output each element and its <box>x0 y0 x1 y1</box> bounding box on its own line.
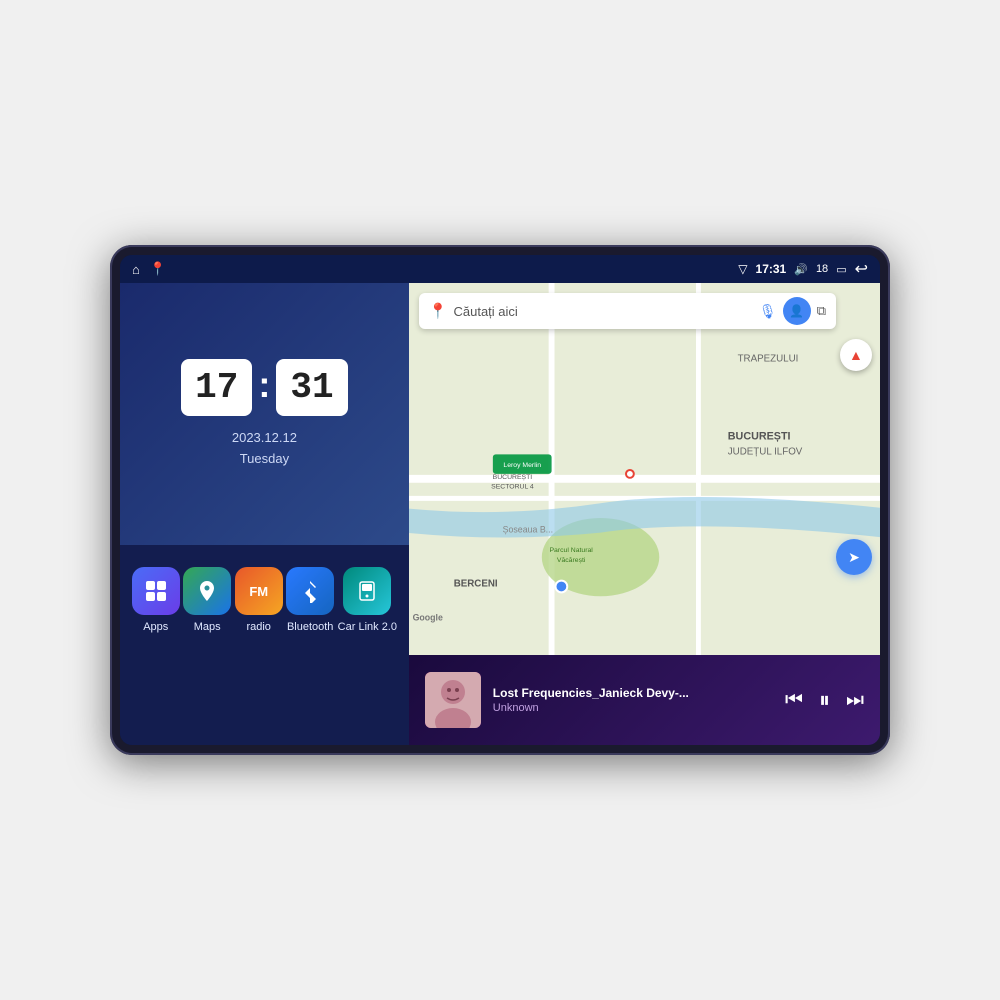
app-item-apps[interactable]: Apps <box>132 567 180 633</box>
compass-button[interactable]: ▲ <box>840 339 872 371</box>
svg-text:TRAPEZULUI: TRAPEZULUI <box>737 353 798 364</box>
radio-icon: FM <box>235 567 283 615</box>
map-search-text: Căutați aici <box>453 304 752 319</box>
maps-status-icon[interactable]: 📍 <box>150 261 166 277</box>
bottom-row: Lost Frequencies_Janieck Devy-... Unknow… <box>120 655 880 745</box>
avatar-button[interactable]: 👤 <box>783 297 811 325</box>
svg-text:Șoseaua B...: Șoseaua B... <box>502 525 552 535</box>
volume-icon: 🔊 <box>794 263 808 276</box>
svg-text:Google: Google <box>412 613 442 623</box>
layers-icon[interactable]: ⧉ <box>817 303 826 319</box>
navigate-button[interactable]: ➤ <box>836 539 872 575</box>
battery-icon: ▭ <box>836 263 846 276</box>
clock-day-value: Tuesday <box>232 449 297 470</box>
svg-text:Leroy Merlin: Leroy Merlin <box>503 462 541 469</box>
carlink-label: Car Link 2.0 <box>338 621 397 633</box>
music-title: Lost Frequencies_Janieck Devy-... <box>493 686 773 700</box>
app-item-carlink[interactable]: Car Link 2.0 <box>338 567 397 633</box>
right-panel: BUCUREȘTI JUDEȚUL ILFOV TRAPEZULUI BERCE… <box>409 283 880 655</box>
music-controls: ⏮ ⏸ ⏭ <box>785 687 864 713</box>
status-left-icons: ⌂ 📍 <box>132 261 166 277</box>
volume-level: 18 <box>816 263 828 275</box>
avatar-icon: 👤 <box>789 304 804 318</box>
clock-hours: 17 <box>195 367 238 408</box>
svg-text:Văcărești: Văcărești <box>557 557 586 564</box>
app-item-radio[interactable]: FM radio <box>235 567 283 633</box>
music-player: Lost Frequencies_Janieck Devy-... Unknow… <box>409 655 880 745</box>
album-art <box>425 672 481 728</box>
play-pause-button[interactable]: ⏸ <box>819 687 830 713</box>
signal-icon: ▽ <box>738 262 747 276</box>
map-search-bar[interactable]: 📍 Căutați aici 🎙 👤 ⧉ <box>419 293 836 329</box>
clock-minutes: 31 <box>290 367 333 408</box>
apps-label: Apps <box>143 621 168 633</box>
next-button[interactable]: ⏭ <box>846 689 864 712</box>
clock-date: 2023.12.12 Tuesday <box>232 428 297 470</box>
status-right-icons: ▽ 17:31 🔊 18 ▭ ↩ <box>738 259 868 279</box>
maps-icon <box>183 567 231 615</box>
music-artist: Unknown <box>493 702 773 714</box>
apps-row: Apps Maps FM <box>120 545 409 655</box>
svg-text:Parcul Natural: Parcul Natural <box>549 547 593 554</box>
back-button[interactable]: ↩ <box>855 259 868 279</box>
device: ⌂ 📍 ▽ 17:31 🔊 18 ▭ ↩ <box>110 245 890 755</box>
radio-label: radio <box>246 621 270 633</box>
map-area: BUCUREȘTI JUDEȚUL ILFOV TRAPEZULUI BERCE… <box>409 283 880 655</box>
clock-colon: : <box>258 364 270 406</box>
clock-date-value: 2023.12.12 <box>232 428 297 449</box>
maps-label: Maps <box>194 621 221 633</box>
svg-text:BUCUREȘTI: BUCUREȘTI <box>728 431 791 443</box>
map-search-right: 🎙 👤 ⧉ <box>759 297 826 325</box>
music-info: Lost Frequencies_Janieck Devy-... Unknow… <box>493 686 773 714</box>
time-display: 17:31 <box>756 262 787 276</box>
screen: ⌂ 📍 ▽ 17:31 🔊 18 ▭ ↩ <box>120 255 880 745</box>
map-background: BUCUREȘTI JUDEȚUL ILFOV TRAPEZULUI BERCE… <box>409 283 880 655</box>
app-item-maps[interactable]: Maps <box>183 567 231 633</box>
carlink-icon <box>343 567 391 615</box>
bluetooth-label: Bluetooth <box>287 621 333 633</box>
navigate-icon: ➤ <box>848 549 860 566</box>
svg-text:SECTORUL 4: SECTORUL 4 <box>491 484 534 491</box>
mic-icon[interactable]: 🎙 <box>759 303 777 320</box>
home-icon[interactable]: ⌂ <box>132 262 140 277</box>
compass-icon: ▲ <box>849 347 863 363</box>
bluetooth-icon <box>286 567 334 615</box>
apps-icon <box>132 567 180 615</box>
app-item-bluetooth[interactable]: Bluetooth <box>286 567 334 633</box>
clock-minutes-block: 31 <box>276 359 347 416</box>
bottom-left-spacer <box>120 655 409 745</box>
svg-text:BERCENI: BERCENI <box>453 578 497 589</box>
prev-button[interactable]: ⏮ <box>785 689 803 712</box>
status-bar: ⌂ 📍 ▽ 17:31 🔊 18 ▭ ↩ <box>120 255 880 283</box>
svg-text:JUDEȚUL ILFOV: JUDEȚUL ILFOV <box>728 446 803 457</box>
svg-text:BUCUREȘTI: BUCUREȘTI <box>492 474 532 481</box>
clock-display: 17 : 31 <box>181 359 347 416</box>
clock-hours-block: 17 <box>181 359 252 416</box>
clock-widget: 17 : 31 2023.12.12 Tuesday <box>120 283 409 545</box>
map-pin-icon: 📍 <box>429 302 448 320</box>
left-panel: 17 : 31 2023.12.12 Tuesday <box>120 283 409 655</box>
